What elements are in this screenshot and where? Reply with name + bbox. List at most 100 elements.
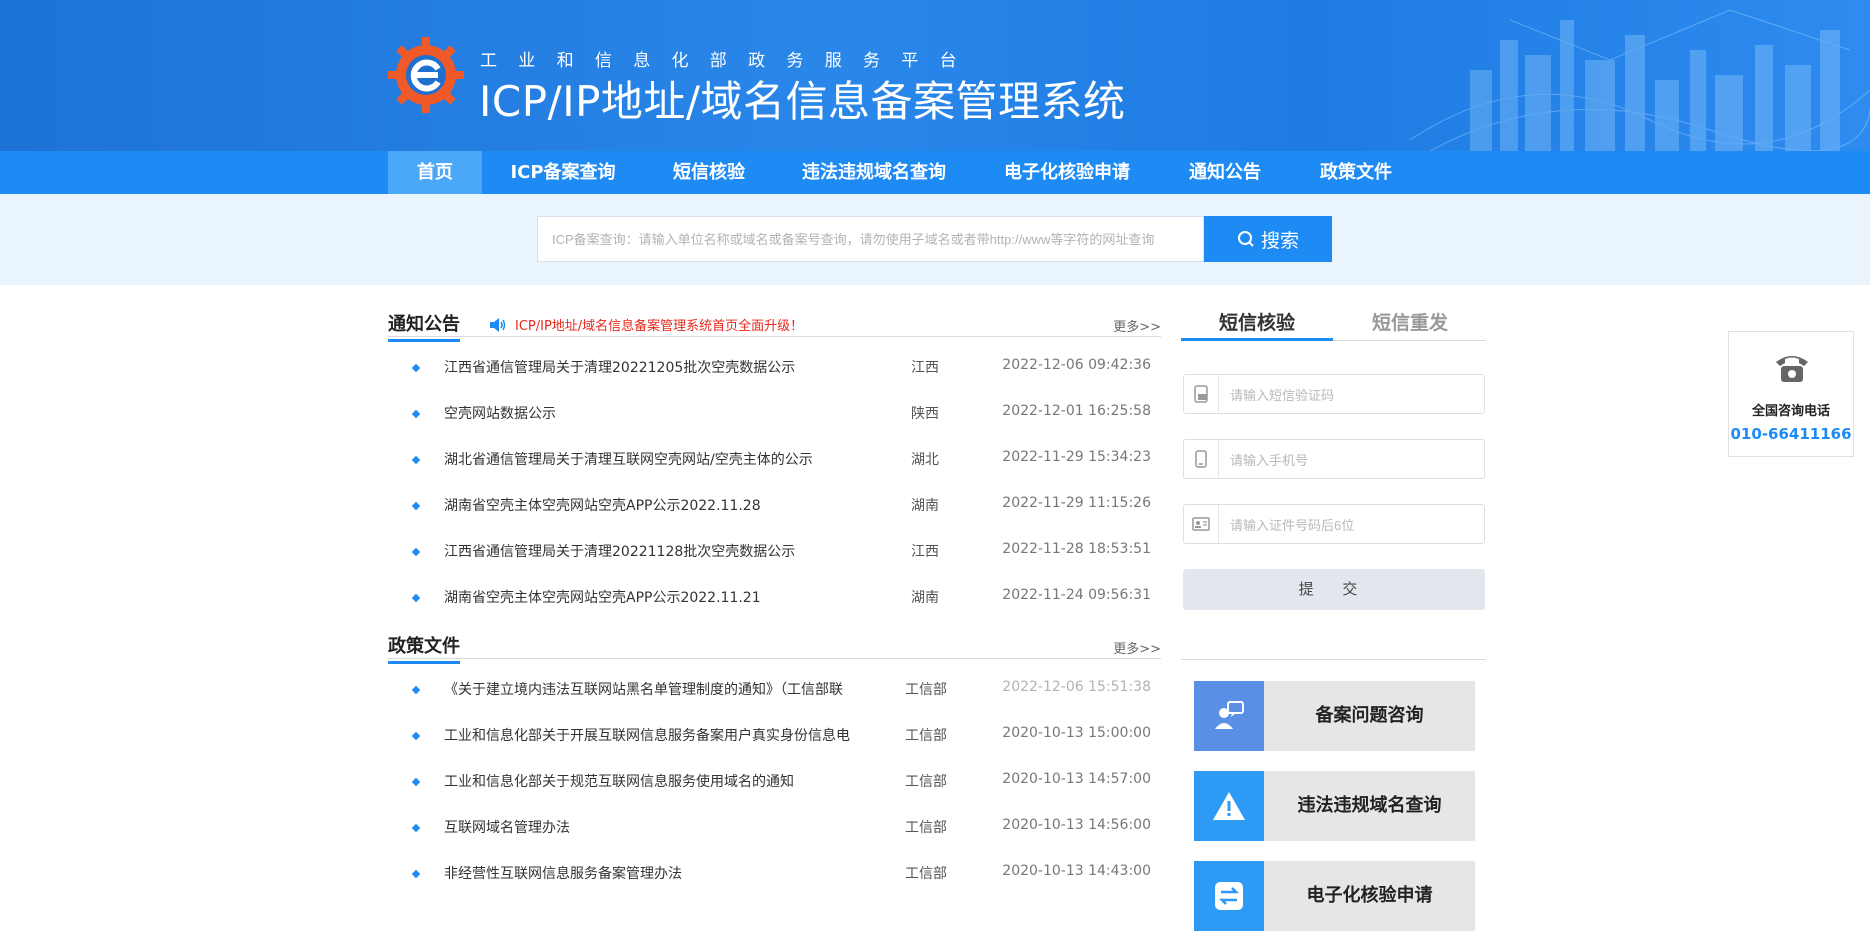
bullet-icon (411, 685, 421, 695)
bullet-icon (411, 363, 421, 373)
contact-widget: 全国咨询电话 010-66411166 (1728, 331, 1854, 457)
notice-row[interactable]: 江西省通信管理局关于清理20221205批次空壳数据公示 江西 2022-12-… (388, 357, 1161, 403)
notices-header: 通知公告 ICP/IP地址/域名信息备案管理系统首页全面升级！ 更多>> (388, 306, 1161, 342)
policy-source: 工信部 (905, 728, 947, 744)
phone-input[interactable] (1228, 449, 1472, 471)
logo-gear-icon (388, 37, 464, 113)
notice-region: 陕西 (911, 406, 939, 422)
notice-region: 江西 (911, 544, 939, 560)
notice-title[interactable]: 湖南省空壳主体空壳网站空壳APP公示2022.11.21 (444, 587, 854, 607)
policy-row[interactable]: 互联网域名管理办法 工信部 2020-10-13 14:56:00 (388, 817, 1161, 863)
telephone-icon (1776, 356, 1808, 382)
policy-row[interactable]: 《关于建立境内违法互联网站黑名单管理制度的通知》（工信部联 工信部 2022-1… (388, 679, 1161, 725)
policy-source: 工信部 (905, 774, 947, 790)
policy-title[interactable]: 互联网域名管理办法 (444, 817, 854, 837)
bullet-icon (411, 731, 421, 741)
notice-region: 湖北 (911, 452, 939, 468)
nav-sms-verify[interactable]: 短信核验 (660, 151, 758, 194)
sms-code-field (1183, 374, 1485, 414)
notice-row[interactable]: 江西省通信管理局关于清理20221128批次空壳数据公示 江西 2022-11-… (388, 541, 1161, 587)
service-e-verify-label: 电子化核验申请 (1306, 885, 1433, 906)
notice-title[interactable]: 湖南省空壳主体空壳网站空壳APP公示2022.11.28 (444, 495, 854, 515)
contact-number[interactable]: 010-66411166 (1729, 425, 1853, 443)
policy-time: 2020-10-13 14:57:00 (1002, 771, 1151, 787)
bullet-icon (411, 547, 421, 557)
search-button[interactable]: 搜索 (1204, 216, 1332, 262)
notices-title: 通知公告 (388, 310, 460, 342)
phone-icon (1184, 440, 1219, 478)
bullet-icon (411, 409, 421, 419)
policy-title[interactable]: 非经营性互联网信息服务备案管理办法 (444, 863, 854, 883)
notice-time: 2022-11-28 18:53:51 (1002, 541, 1151, 557)
notice-row[interactable]: 湖南省空壳主体空壳网站空壳APP公示2022.11.21 湖南 2022-11-… (388, 587, 1161, 633)
nav-illegal-domain-query[interactable]: 违法违规域名查询 (794, 151, 954, 194)
notice-time: 2022-12-01 16:25:58 (1002, 403, 1151, 419)
id-card-icon (1184, 505, 1219, 543)
notice-region: 江西 (911, 360, 939, 376)
exchange-icon (1194, 861, 1264, 931)
search-input[interactable] (537, 216, 1204, 262)
notices-more-link[interactable]: 更多>> (1113, 316, 1161, 335)
notice-time: 2022-11-29 11:15:26 (1002, 495, 1151, 511)
id-input[interactable] (1228, 514, 1472, 536)
policy-row[interactable]: 非经营性互联网信息服务备案管理办法 工信部 2020-10-13 14:43:0… (388, 863, 1161, 909)
bullet-icon (411, 501, 421, 511)
notice-title[interactable]: 江西省通信管理局关于清理20221128批次空壳数据公示 (444, 541, 854, 561)
policy-time: 2022-12-06 15:51:38 (1002, 679, 1151, 695)
nav-home[interactable]: 首页 (388, 151, 482, 194)
service-e-verify[interactable]: 电子化核验申请 (1194, 861, 1475, 931)
submit-button[interactable]: 提 交 (1183, 569, 1485, 610)
notice-row[interactable]: 空壳网站数据公示 陕西 2022-12-01 16:25:58 (388, 403, 1161, 449)
policy-title[interactable]: 《关于建立境内违法互联网站黑名单管理制度的通知》（工信部联 (444, 679, 854, 699)
policies-title: 政策文件 (388, 632, 460, 664)
panel-divider (1181, 659, 1486, 660)
notice-time: 2022-11-24 09:56:31 (1002, 587, 1151, 603)
notice-row[interactable]: 湖北省通信管理局关于清理互联网空壳网站/空壳主体的公示 湖北 2022-11-2… (388, 449, 1161, 495)
nav-policies[interactable]: 政策文件 (1310, 151, 1402, 194)
warning-icon (1194, 771, 1264, 841)
notice-title[interactable]: 湖北省通信管理局关于清理互联网空壳网站/空壳主体的公示 (444, 449, 854, 469)
search-icon (1237, 231, 1254, 247)
city-skyline-decoration (1410, 9, 1870, 151)
policy-row[interactable]: 工业和信息化部关于开展互联网信息服务备案用户真实身份信息电 工信部 2020-1… (388, 725, 1161, 771)
policies-more-link[interactable]: 更多>> (1113, 638, 1161, 657)
notice-title[interactable]: 江西省通信管理局关于清理20221205批次空壳数据公示 (444, 357, 854, 377)
nav-notices[interactable]: 通知公告 (1180, 151, 1270, 194)
policy-time: 2020-10-13 14:43:00 (1002, 863, 1151, 879)
nav-icp-query[interactable]: ICP备案查询 (500, 151, 626, 194)
tab-sms-resend[interactable]: 短信重发 (1334, 308, 1486, 338)
main-nav: 首页 ICP备案查询 短信核验 违法违规域名查询 电子化核验申请 通知公告 政策… (0, 151, 1870, 194)
bullet-icon (411, 869, 421, 879)
id-field (1183, 504, 1485, 544)
bullet-icon (411, 593, 421, 603)
notice-marquee-text: ICP/IP地址/域名信息备案管理系统首页全面升级！ (515, 319, 804, 334)
contact-label: 全国咨询电话 (1751, 404, 1830, 419)
sms-code-input[interactable] (1228, 384, 1472, 406)
policy-title[interactable]: 工业和信息化部关于开展互联网信息服务备案用户真实身份信息电 (444, 725, 854, 745)
message-icon (1184, 375, 1219, 413)
service-consult[interactable]: 备案问题咨询 (1194, 681, 1475, 751)
notice-region: 湖南 (911, 590, 939, 606)
tab-sms-verify[interactable]: 短信核验 (1181, 308, 1333, 341)
notice-marquee[interactable]: ICP/IP地址/域名信息备案管理系统首页全面升级！ (489, 315, 803, 334)
policy-source: 工信部 (905, 866, 947, 882)
bullet-icon (411, 823, 421, 833)
notice-time: 2022-11-29 15:34:23 (1002, 449, 1151, 465)
bullet-icon (411, 455, 421, 465)
policy-title[interactable]: 工业和信息化部关于规范互联网信息服务使用域名的通知 (444, 771, 854, 791)
policy-time: 2020-10-13 15:00:00 (1002, 725, 1151, 741)
bullet-icon (411, 777, 421, 787)
speaker-icon (490, 317, 506, 332)
policy-row[interactable]: 工业和信息化部关于规范互联网信息服务使用域名的通知 工信部 2020-10-13… (388, 771, 1161, 817)
service-illegal-domain[interactable]: 违法违规域名查询 (1194, 771, 1475, 841)
nav-e-verify-apply[interactable]: 电子化核验申请 (996, 151, 1138, 194)
policies-header: 政策文件 更多>> (388, 628, 1161, 664)
system-title: ICP/IP地址/域名信息备案管理系统 (479, 77, 1126, 126)
notice-region: 湖南 (911, 498, 939, 514)
policy-source: 工信部 (905, 820, 947, 836)
notice-time: 2022-12-06 09:42:36 (1002, 357, 1151, 373)
search-button-label: 搜索 (1260, 229, 1299, 252)
policy-time: 2020-10-13 14:56:00 (1002, 817, 1151, 833)
notice-title[interactable]: 空壳网站数据公示 (444, 403, 854, 423)
notice-row[interactable]: 湖南省空壳主体空壳网站空壳APP公示2022.11.28 湖南 2022-11-… (388, 495, 1161, 541)
